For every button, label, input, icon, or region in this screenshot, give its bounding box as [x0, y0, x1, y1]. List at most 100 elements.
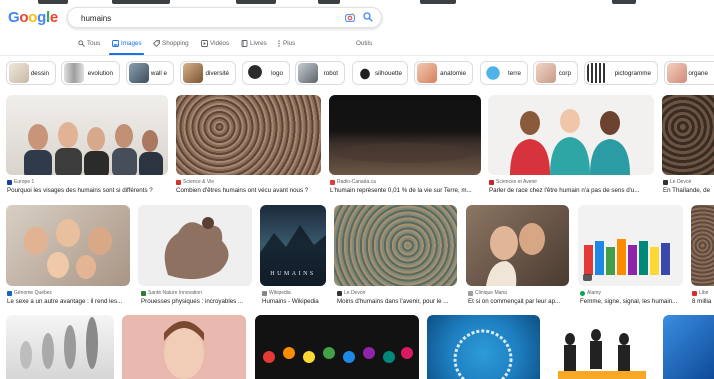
chip-diversite[interactable]: diversité	[180, 61, 236, 85]
result-meta[interactable]: Wikipedia Humains - Wikipedia	[262, 290, 328, 305]
image-icon	[112, 40, 119, 47]
chip-thumbnail	[667, 63, 687, 83]
result-image[interactable]	[662, 95, 714, 175]
chip-thumbnail	[483, 63, 503, 83]
chip-evolution[interactable]: evolution	[61, 61, 120, 85]
result-source: Le Devoir	[344, 290, 366, 296]
result-meta[interactable]: Le Devoir Moins d'humains dans l'avenir,…	[337, 290, 459, 305]
tab-label: Livres	[250, 40, 267, 47]
result-image[interactable]	[663, 315, 714, 379]
play-icon	[201, 40, 208, 47]
chip-thumbnail	[9, 63, 29, 83]
result-image[interactable]	[427, 315, 540, 379]
result-title: Combien d'êtres humains ont vécu avant n…	[176, 187, 309, 194]
couple-photo	[486, 223, 545, 286]
logo-letter: o	[19, 9, 29, 26]
result-image[interactable]	[6, 205, 130, 286]
site-favicon	[7, 290, 12, 296]
women-photo	[510, 109, 630, 175]
chip-terre[interactable]: terre	[480, 61, 528, 85]
result-image[interactable]	[329, 95, 481, 175]
result-source: Génome Québec	[14, 290, 53, 296]
magnifier-icon[interactable]	[363, 12, 373, 22]
result-meta[interactable]: Santé Nature Innovation Prouesses physiq…	[141, 290, 254, 305]
globe-people-photo	[453, 329, 513, 379]
result-meta[interactable]: Science & Vie Combien d'êtres humains on…	[176, 179, 321, 194]
result-image[interactable]	[488, 95, 654, 175]
result-title: Humains - Wikipedia	[262, 298, 319, 305]
result-meta[interactable]: Radio-Canada.ca L'humain représente 0,01…	[330, 179, 480, 194]
result-image[interactable]	[138, 205, 252, 286]
result-image[interactable]	[6, 315, 114, 379]
site-favicon	[141, 290, 146, 296]
result-source: Wikipedia	[269, 290, 291, 296]
result-image[interactable]	[691, 205, 714, 286]
result-image[interactable]: HUMAINS	[260, 205, 326, 286]
result-title: Moins d'humains dans l'avenir, pour le .…	[337, 298, 449, 305]
tab-videos[interactable]: Vidéos	[201, 40, 229, 47]
result-source: Libé	[699, 290, 709, 296]
google-logo[interactable]: Google	[8, 9, 58, 26]
chip-label: logo	[271, 69, 283, 77]
result-image[interactable]	[122, 315, 246, 379]
result-image[interactable]	[6, 95, 168, 175]
chip-label: pictogramme	[614, 69, 651, 77]
tab-outils[interactable]: Outils	[356, 40, 372, 47]
result-title: Prouesses physiques : incroyables ...	[141, 298, 244, 305]
tab-shopping[interactable]: Shopping	[153, 40, 189, 47]
chip-thumbnail	[183, 63, 203, 83]
result-meta[interactable]: Génome Québec Le sexe a un autre avantag…	[7, 290, 132, 305]
poster-title: HUMAINS	[270, 271, 316, 277]
result-image[interactable]	[334, 205, 457, 286]
site-favicon	[580, 290, 585, 296]
site-favicon	[337, 290, 342, 296]
chip-label: diversité	[205, 69, 229, 77]
result-meta[interactable]: Sciences et Avenir Parler de race chez l…	[489, 179, 655, 194]
logo-letter: G	[8, 9, 20, 26]
camera-lens-icon[interactable]	[345, 13, 355, 22]
chip-logo[interactable]: logo	[242, 61, 290, 85]
chip-label: terre	[508, 69, 521, 77]
result-image[interactable]	[176, 95, 321, 175]
result-meta[interactable]: Europe 1 Pourquoi les visages des humain…	[7, 179, 169, 194]
result-source: Alamy	[587, 290, 601, 296]
search-tabs: Tous Images Shopping Vidéos Livres Plus …	[0, 38, 714, 55]
tab-tous[interactable]: Tous	[78, 40, 100, 47]
result-meta[interactable]: Le Devoir En Thaïlande, de	[663, 179, 714, 194]
tab-livres[interactable]: Livres	[241, 40, 267, 47]
chip-organe[interactable]: organe	[664, 61, 714, 85]
result-meta[interactable]: Alamy Femme, signe, signal, les humain..…	[580, 290, 686, 305]
result-meta[interactable]: Clinique Mana Et si on commençait par le…	[468, 290, 572, 305]
result-image[interactable]	[548, 315, 655, 379]
chip-label: corp	[558, 69, 571, 77]
result-source: Clinique Mana	[475, 290, 507, 296]
result-meta[interactable]: Libé 8 millia	[692, 290, 714, 305]
result-title: Femme, signe, signal, les humain...	[580, 298, 678, 305]
site-favicon	[489, 179, 494, 185]
search-box[interactable]	[67, 7, 382, 28]
result-source: Radio-Canada.ca	[337, 179, 376, 185]
tabs-divider	[0, 55, 714, 56]
chip-label: organe	[688, 69, 708, 77]
site-favicon	[330, 179, 335, 185]
tab-label: Plus	[283, 40, 296, 47]
chip-silhouette[interactable]: silhouette	[352, 61, 408, 85]
chip-dessin[interactable]: dessin	[6, 61, 56, 85]
chip-pictogramme[interactable]: pictogramme	[584, 61, 658, 85]
crowd-photo	[335, 143, 475, 163]
chip-anatomie[interactable]: anatomie	[414, 61, 473, 85]
site-favicon	[663, 179, 668, 185]
result-image[interactable]	[578, 205, 683, 286]
search-input[interactable]	[81, 11, 331, 25]
chip-wall-e[interactable]: wall e	[126, 61, 174, 85]
result-image[interactable]	[466, 205, 569, 286]
chip-thumbnail	[536, 63, 556, 83]
chip-robot[interactable]: robot	[295, 61, 345, 85]
tab-plus[interactable]: Plus	[277, 40, 295, 47]
site-favicon	[692, 290, 697, 296]
chip-label: wall e	[150, 69, 167, 77]
evolution-silhouettes	[20, 317, 98, 369]
chip-corp[interactable]: corp	[533, 61, 578, 85]
tab-images[interactable]: Images	[112, 40, 142, 47]
result-image[interactable]	[255, 315, 419, 379]
